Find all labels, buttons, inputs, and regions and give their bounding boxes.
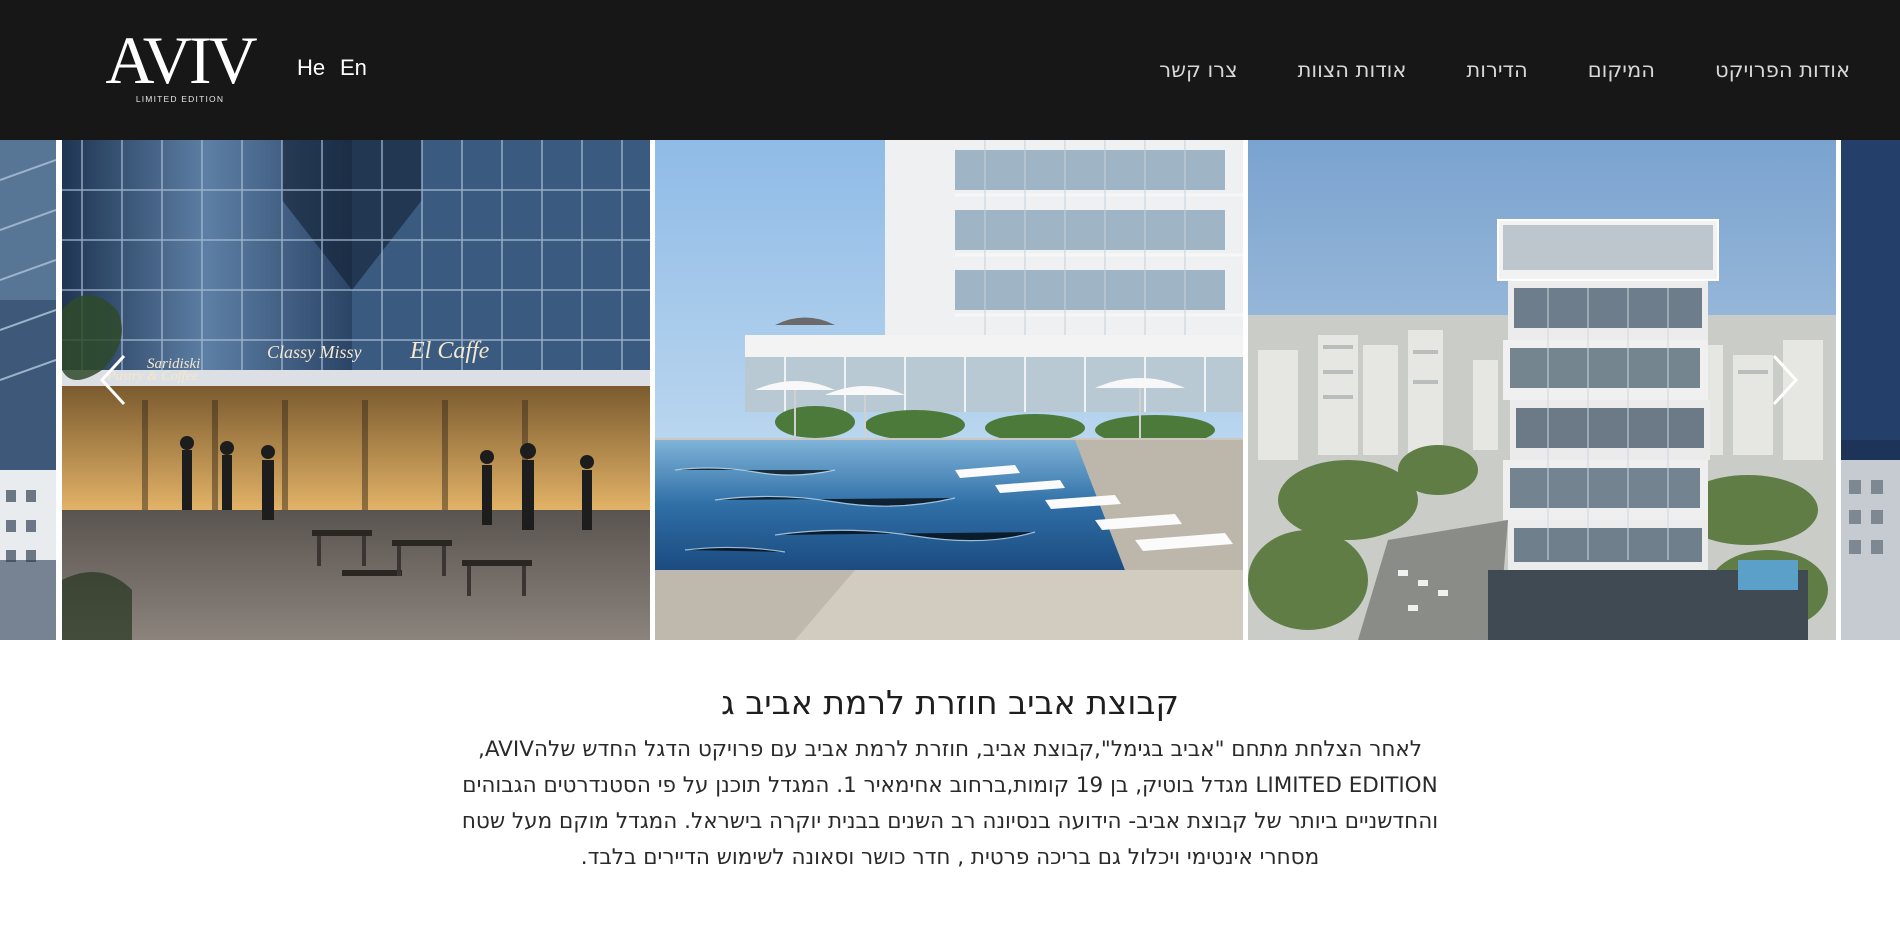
- nav-location[interactable]: המיקום: [1588, 58, 1655, 82]
- language-he-link[interactable]: He: [297, 55, 325, 81]
- carousel-next-button[interactable]: [1764, 350, 1804, 410]
- site-header: AVIV LIMITED EDITION He En אודות הפרויקט…: [0, 0, 1900, 140]
- sign-saridiski: Saridiski: [147, 356, 200, 372]
- intro-line: מסחרי אינטימי ויכלול גם בריכה פרטית , חד…: [580, 845, 1320, 870]
- carousel-slide-tower: [1248, 140, 1836, 640]
- intro-section: קבוצת אביב חוזרת לרמת אביב ג לאחר הצלחת …: [0, 640, 1900, 876]
- aviv-logo[interactable]: AVIV LIMITED EDITION: [100, 22, 260, 112]
- sign-el-caffe: El Caffe: [409, 338, 490, 364]
- carousel-slide-partial-right: [1841, 140, 1900, 640]
- main-nav: אודות הפרויקט המיקום הדירות אודות הצוות …: [1159, 0, 1850, 140]
- carousel-slide-commercial: Pastry & Coffee Saridiski Classy Missy E…: [62, 140, 650, 640]
- intro-line: LIMITED EDITION מגדל בוטיק, בן 19 קומות,…: [462, 773, 1438, 798]
- nav-about-team[interactable]: אודות הצוות: [1298, 58, 1407, 82]
- carousel-slide-pool: [655, 140, 1243, 640]
- image-carousel[interactable]: Pastry & Coffee Saridiski Classy Missy E…: [0, 140, 1900, 640]
- intro-title: קבוצת אביב חוזרת לרמת אביב ג: [721, 683, 1179, 722]
- nav-apartments[interactable]: הדירות: [1466, 58, 1527, 82]
- logo-wordmark: AVIV: [105, 22, 257, 98]
- chevron-left-icon: [99, 354, 126, 406]
- intro-paragraph: לאחר הצלחת מתחם "אביב בגימל",קבוצת אביב,…: [400, 732, 1500, 876]
- nav-contact[interactable]: צרו קשר: [1159, 58, 1237, 82]
- carousel-prev-button[interactable]: [94, 350, 134, 410]
- intro-line: והחדשניים ביותר של קבוצת אביב- הידועה בנ…: [461, 809, 1439, 834]
- carousel-slide-partial-left: [0, 140, 56, 640]
- nav-about-project[interactable]: אודות הפרויקט: [1715, 58, 1850, 82]
- sign-classy-missy: Classy Missy: [267, 342, 362, 362]
- intro-line: לאחר הצלחת מתחם "אביב בגימל",קבוצת אביב,…: [478, 737, 1422, 762]
- chevron-right-icon: [1772, 354, 1799, 406]
- language-en-link[interactable]: En: [340, 55, 367, 81]
